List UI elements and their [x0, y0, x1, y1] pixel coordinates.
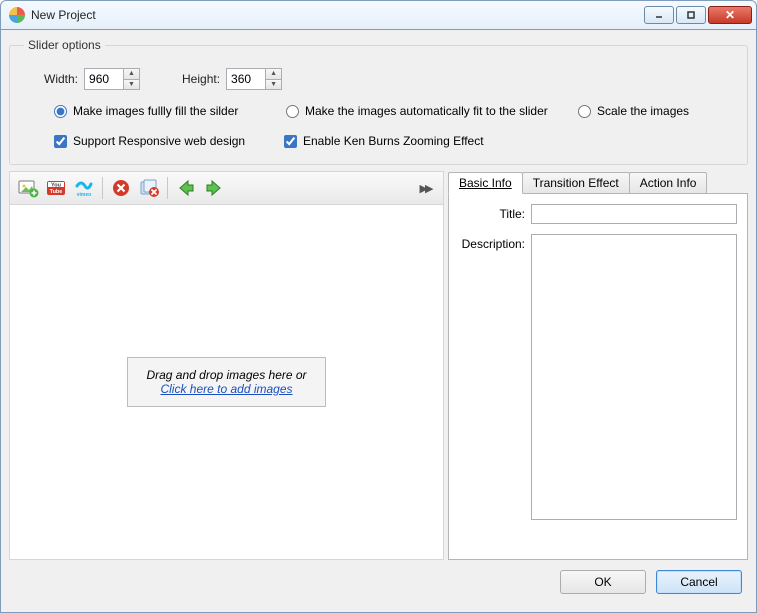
checkbox-row: Support Responsive web design Enable Ken… [54, 134, 733, 148]
checkbox-kenburns[interactable] [284, 135, 297, 148]
arrow-left-icon [175, 177, 197, 199]
close-button[interactable]: ✕ [708, 6, 752, 24]
drop-area[interactable]: Drag and drop images here or Click here … [10, 205, 443, 559]
delete-all-icon [138, 177, 160, 199]
tab-action-info[interactable]: Action Info [629, 172, 708, 193]
drop-text: Drag and drop images here or [146, 368, 306, 382]
minimize-button[interactable] [644, 6, 674, 24]
dimensions-row: Width: ▲ ▼ Height: ▲ ▼ [44, 68, 733, 90]
delete-icon [110, 177, 132, 199]
checkbox-kenburns-label: Enable Ken Burns Zooming Effect [303, 134, 484, 148]
radio-autofit-label: Make the images automatically fit to the… [305, 104, 548, 118]
fit-mode-row: Make images fullly fill the silder Make … [54, 104, 733, 118]
image-list-panel: YouTube vimeo [9, 171, 444, 560]
radio-fill-label: Make images fullly fill the silder [73, 104, 238, 118]
title-label: Title: [459, 204, 525, 224]
slider-options-group: Slider options Width: ▲ ▼ Height: ▲ ▼ [9, 38, 748, 165]
titlebar: New Project ✕ [0, 0, 757, 30]
add-images-link[interactable]: Click here to add images [160, 382, 292, 396]
delete-all-button[interactable] [137, 176, 161, 200]
svg-text:Tube: Tube [50, 189, 63, 195]
image-toolbar: YouTube vimeo [10, 171, 443, 205]
svg-text:vimeo: vimeo [77, 192, 91, 198]
description-textarea[interactable] [531, 234, 737, 520]
prev-button[interactable] [174, 176, 198, 200]
cancel-button[interactable]: Cancel [656, 570, 742, 594]
window-title: New Project [31, 8, 644, 22]
ok-button[interactable]: OK [560, 570, 646, 594]
height-input[interactable] [226, 68, 266, 90]
more-icon: ▶▶ [420, 182, 431, 195]
properties-panel: Basic Info Transition Effect Action Info… [448, 171, 748, 560]
vimeo-icon: vimeo [73, 177, 95, 199]
radio-auto-fit[interactable] [286, 105, 299, 118]
toolbar-separator-2 [167, 177, 168, 199]
radio-scale[interactable] [578, 105, 591, 118]
width-label: Width: [44, 72, 78, 86]
window-body: Slider options Width: ▲ ▼ Height: ▲ ▼ [0, 30, 757, 613]
width-spinner[interactable]: ▲ ▼ [84, 68, 140, 90]
height-spinner[interactable]: ▲ ▼ [226, 68, 282, 90]
width-input[interactable] [84, 68, 124, 90]
arrow-right-icon [203, 177, 225, 199]
app-icon [9, 7, 25, 23]
width-up-icon[interactable]: ▲ [124, 68, 140, 79]
toolbar-separator [102, 177, 103, 199]
main-split: YouTube vimeo [9, 171, 748, 560]
add-vimeo-button[interactable]: vimeo [72, 176, 96, 200]
checkbox-responsive-label: Support Responsive web design [73, 134, 245, 148]
description-field: Description: [459, 234, 737, 520]
dialog-footer: OK Cancel [9, 560, 748, 604]
tabstrip: Basic Info Transition Effect Action Info [448, 171, 748, 193]
tab-page-basic: Title: Description: [448, 193, 748, 560]
checkbox-responsive[interactable] [54, 135, 67, 148]
title-input[interactable] [531, 204, 737, 224]
width-down-icon[interactable]: ▼ [124, 79, 140, 91]
add-image-button[interactable] [16, 176, 40, 200]
svg-text:You: You [51, 183, 61, 189]
radio-fill-slider[interactable] [54, 105, 67, 118]
height-label: Height: [182, 72, 220, 86]
group-legend: Slider options [24, 38, 105, 52]
title-field: Title: [459, 204, 737, 224]
next-button[interactable] [202, 176, 226, 200]
radio-scale-label: Scale the images [597, 104, 689, 118]
tab-transition-effect[interactable]: Transition Effect [522, 172, 630, 193]
drop-box: Drag and drop images here or Click here … [127, 357, 325, 407]
youtube-icon: YouTube [45, 177, 67, 199]
height-down-icon[interactable]: ▼ [266, 79, 282, 91]
add-youtube-button[interactable]: YouTube [44, 176, 68, 200]
more-button[interactable]: ▶▶ [413, 176, 437, 200]
delete-button[interactable] [109, 176, 133, 200]
description-label: Description: [459, 234, 525, 520]
add-image-icon [17, 177, 39, 199]
tab-basic-info[interactable]: Basic Info [448, 172, 523, 194]
window-control-buttons: ✕ [644, 6, 752, 24]
maximize-button[interactable] [676, 6, 706, 24]
height-up-icon[interactable]: ▲ [266, 68, 282, 79]
